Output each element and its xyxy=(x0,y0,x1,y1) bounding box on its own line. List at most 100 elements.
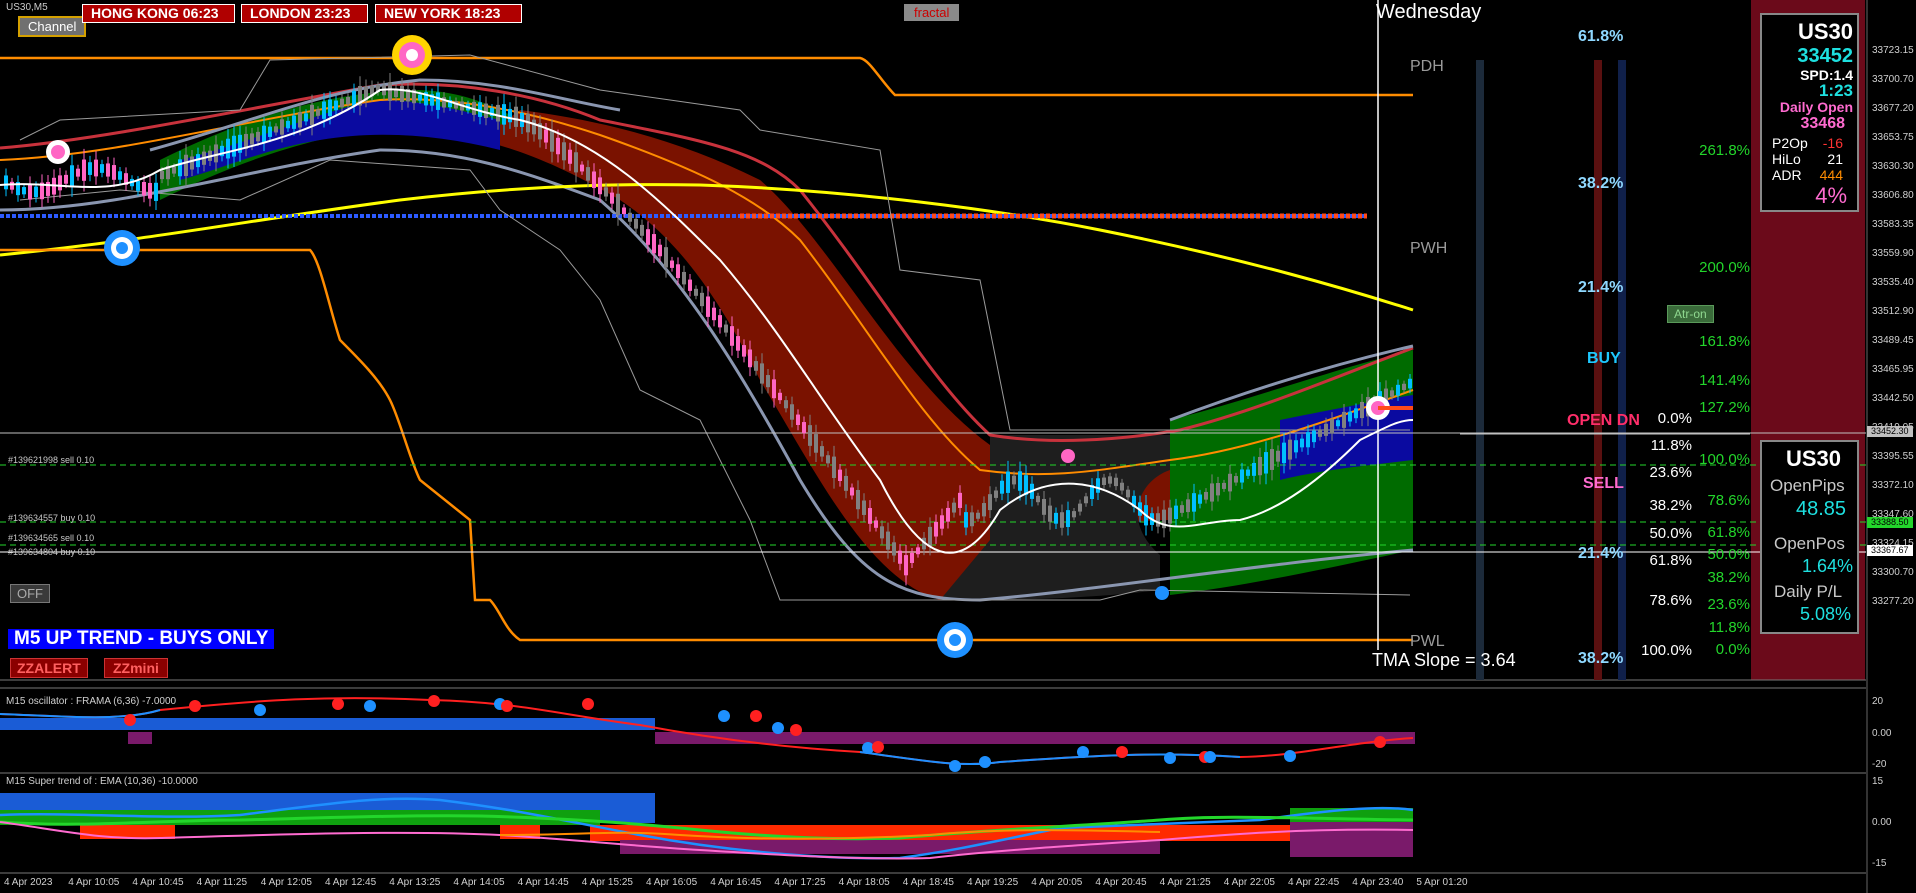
candle-body xyxy=(886,531,890,550)
candle-body xyxy=(778,392,782,401)
candle-body xyxy=(754,361,758,371)
candle-body xyxy=(1402,383,1406,391)
candle-body xyxy=(784,400,788,409)
candle-body xyxy=(1294,440,1298,453)
time-axis-label: 4 Apr 2023 xyxy=(4,877,53,888)
candle-body xyxy=(844,475,848,491)
candle-body xyxy=(184,154,188,177)
price-chart[interactable] xyxy=(0,0,1916,893)
symbol-info-panel: US30 33452 SPD:1.4 1:23 Daily Open 33468… xyxy=(1760,13,1859,212)
candle-body xyxy=(154,182,158,201)
candle-body xyxy=(736,336,740,351)
info-row-key: HiLo xyxy=(1772,151,1801,167)
candle-body xyxy=(706,296,710,317)
candle-body xyxy=(826,455,830,464)
open-pips-label: OpenPips xyxy=(1770,476,1845,495)
oscillator1-tick: 20 xyxy=(1872,696,1884,707)
candle-body xyxy=(1234,476,1238,483)
candle-body xyxy=(1198,494,1202,504)
session-clock: NEW YORK 18:23 xyxy=(375,4,522,23)
candle-body xyxy=(700,292,704,307)
oscillator1-tick: -20 xyxy=(1872,759,1887,770)
time-axis-label: 4 Apr 22:45 xyxy=(1288,877,1340,888)
candle-body xyxy=(1252,462,1256,476)
candle-body xyxy=(688,279,692,291)
candle-body xyxy=(1342,411,1346,428)
time-axis-label: 4 Apr 22:05 xyxy=(1223,877,1275,888)
candle-body xyxy=(484,103,488,119)
fib-mid-label: 21.4% xyxy=(1578,545,1624,562)
daily-pl-label: Daily P/L xyxy=(1774,582,1843,601)
price-axis-label: 33395.55 xyxy=(1872,451,1914,462)
order-line-label: #139634557 buy 0.10 xyxy=(8,513,96,523)
window-title: US30,M5 xyxy=(6,2,48,13)
price-axis-label: 33442.50 xyxy=(1872,393,1914,404)
candle-body xyxy=(760,363,764,384)
candle-body xyxy=(1180,505,1184,513)
time-axis-label: 4 Apr 20:45 xyxy=(1095,877,1147,888)
fib-white-label: 78.6% xyxy=(1649,592,1692,609)
atr-button[interactable]: Atr-on xyxy=(1667,305,1714,323)
price-axis-label: 33559.90 xyxy=(1872,248,1914,259)
day-label: Wednesday xyxy=(1376,1,1482,23)
fib-mid-label: 21.4% xyxy=(1578,279,1624,296)
candle-body xyxy=(748,349,752,368)
open-pips-panel: US30 OpenPips 48.85 OpenPos 1.64% Daily … xyxy=(1760,440,1859,634)
candle-body xyxy=(1264,452,1268,474)
candle-body xyxy=(316,109,320,116)
session-clock: LONDON 23:23 xyxy=(241,4,368,23)
candle-body xyxy=(388,82,392,101)
candle-body xyxy=(562,142,566,161)
candle-body xyxy=(508,108,512,123)
candle-body xyxy=(352,90,356,106)
price-axis-label: 33300.70 xyxy=(1872,567,1914,578)
candle-body xyxy=(400,86,404,102)
candle-body xyxy=(1054,512,1058,524)
candle-body xyxy=(418,94,422,101)
trend-banner: M5 UP TREND - BUYS ONLY xyxy=(8,629,275,649)
candle-body xyxy=(742,345,746,357)
candle-body xyxy=(814,434,818,453)
info-row-value: -16 xyxy=(1822,135,1843,151)
candle-body xyxy=(610,192,614,204)
fib-green-label: 200.0% xyxy=(1699,259,1750,276)
time-axis-label: 4 Apr 23:40 xyxy=(1352,877,1404,888)
time-axis-label: 4 Apr 10:45 xyxy=(132,877,184,888)
candle-body xyxy=(982,503,986,517)
candle-body xyxy=(142,181,146,196)
candle-body xyxy=(976,512,980,519)
fib-green-label: 141.4% xyxy=(1699,372,1750,389)
candle-body xyxy=(1006,471,1010,493)
zzmini-button[interactable]: ZZmini xyxy=(104,658,168,678)
candle-body xyxy=(904,555,908,576)
candle-body xyxy=(586,167,590,181)
fib-white-label: 23.6% xyxy=(1649,464,1692,481)
time-axis-label: 4 Apr 18:45 xyxy=(902,877,954,888)
candle-body xyxy=(178,159,182,177)
candle-body xyxy=(940,515,944,529)
candle-body xyxy=(634,218,638,229)
fib-white-label: 61.8% xyxy=(1649,552,1692,569)
candle-body xyxy=(1312,430,1316,443)
fractal-button[interactable]: fractal xyxy=(904,4,960,21)
candle-body xyxy=(832,456,836,478)
candle-body xyxy=(880,526,884,539)
price-axis-label: 33583.35 xyxy=(1872,219,1914,230)
fib-green-label: 38.2% xyxy=(1707,569,1750,586)
candle-body xyxy=(232,135,236,157)
zzalert-button[interactable]: ZZALERT xyxy=(10,658,88,678)
candle-body xyxy=(1204,491,1208,500)
info-row-value: 21 xyxy=(1827,151,1843,167)
candle-body xyxy=(136,181,140,191)
session-clock: HONG KONG 06:23 xyxy=(82,4,235,23)
fib-mid-label: BUY xyxy=(1587,350,1621,367)
off-button[interactable]: OFF xyxy=(10,584,50,603)
price-tag: 33452.30 xyxy=(1867,426,1913,437)
fib-green-label: 161.8% xyxy=(1699,333,1750,350)
candle-body xyxy=(664,247,668,268)
channel-button[interactable]: Channel xyxy=(18,16,87,37)
pdh-label: PDH xyxy=(1410,58,1444,75)
candle-body xyxy=(1084,496,1088,504)
candle-body xyxy=(1258,456,1262,476)
candle-body xyxy=(898,550,902,564)
